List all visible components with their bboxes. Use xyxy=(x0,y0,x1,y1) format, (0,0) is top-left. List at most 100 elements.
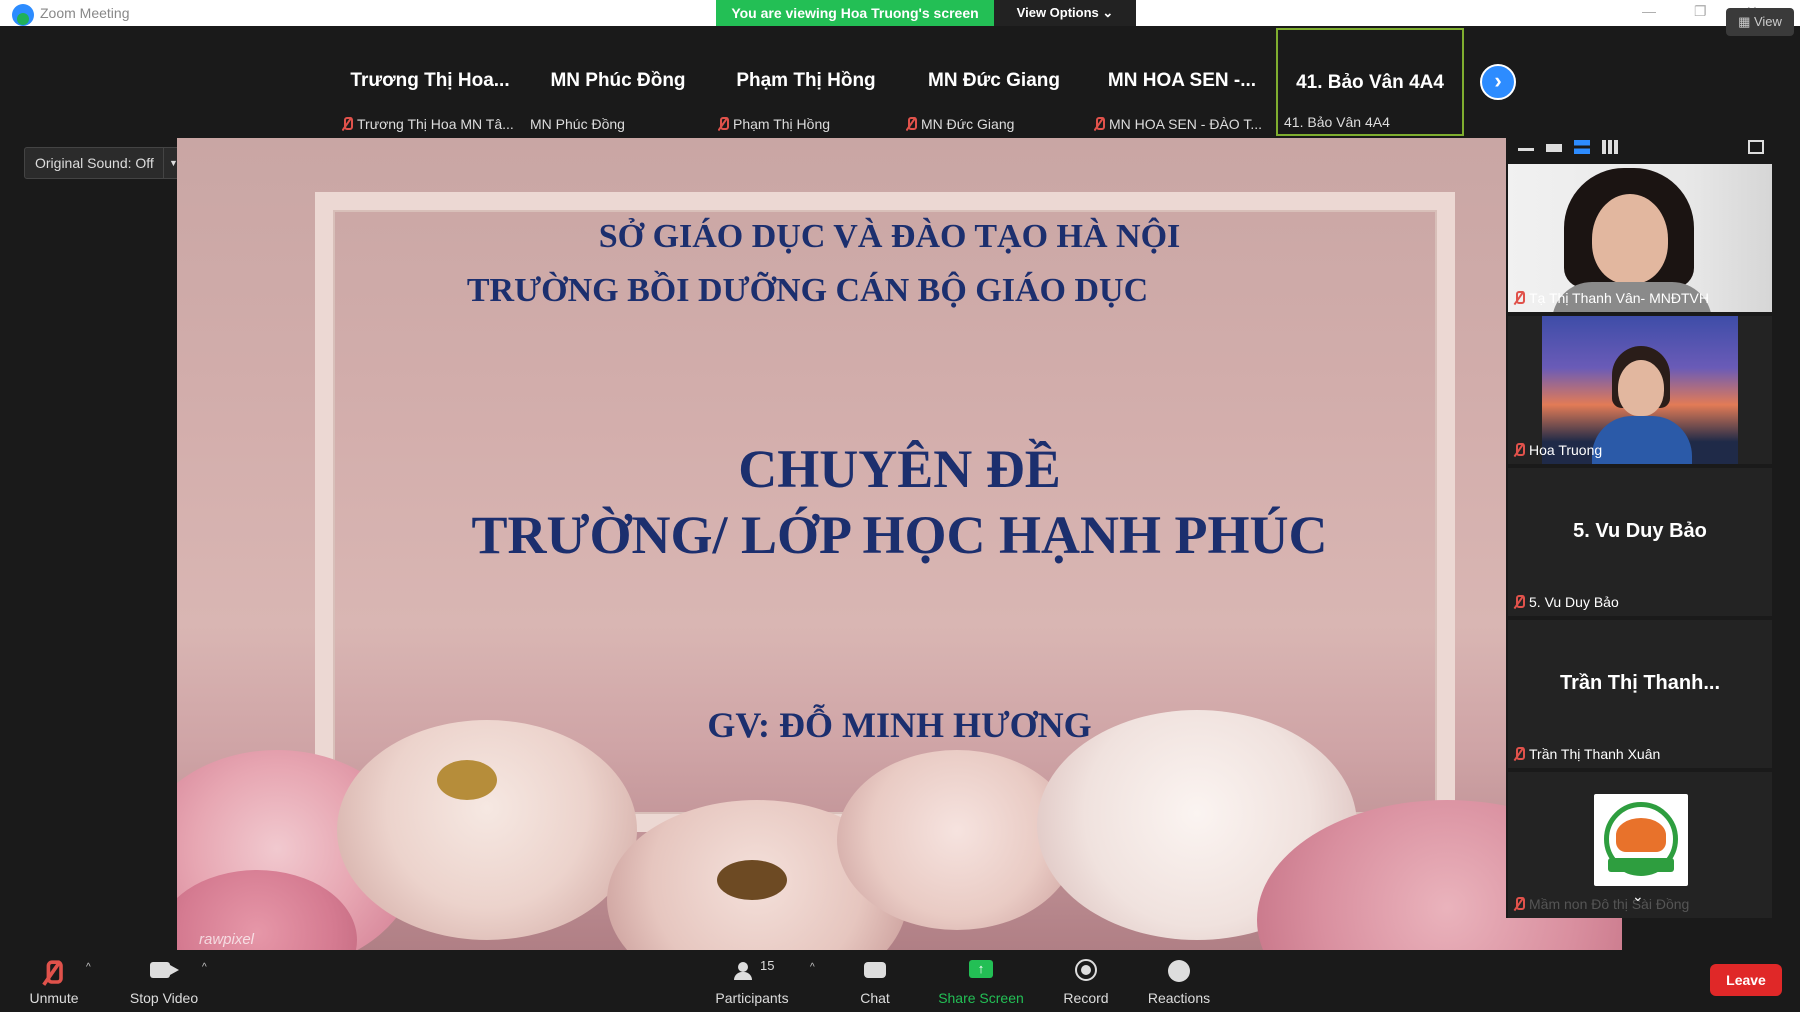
tile-bigname: 5. Vu Duy Bảo xyxy=(1573,520,1707,542)
tile-label: Hoa Truong xyxy=(1514,442,1602,458)
video-caret-icon[interactable]: ^ xyxy=(202,962,207,973)
participant-label: MN Đức Giang xyxy=(906,116,1084,132)
record-label: Record xyxy=(1063,990,1109,1006)
smiley-plus-icon xyxy=(1146,956,1212,986)
grid-view-icon[interactable] xyxy=(1602,140,1618,154)
chat-button[interactable]: Chat xyxy=(850,956,900,1006)
participant-name: Trương Thị Hoa... xyxy=(350,70,510,91)
video-camera-icon xyxy=(124,956,204,986)
restore-icon[interactable]: ❐ xyxy=(1694,3,1707,20)
school-logo xyxy=(1594,794,1688,886)
slide-line-1: SỞ GIÁO DỤC VÀ ĐÀO TẠO HÀ NỘI xyxy=(598,218,1181,255)
participant-label: Phạm Thị Hồng xyxy=(718,116,896,132)
grid-icon: ▦ xyxy=(1738,14,1751,29)
participant-tile[interactable]: MN Đức Giang MN Đức Giang xyxy=(900,28,1088,136)
leave-button[interactable]: Leave xyxy=(1710,964,1782,996)
mic-muted-icon xyxy=(24,956,84,986)
mic-muted-icon xyxy=(342,117,353,131)
share-screen-button[interactable]: ↑ Share Screen xyxy=(936,956,1026,1006)
participant-label-text: Phạm Thị Hồng xyxy=(733,116,831,132)
chat-bubble-icon xyxy=(850,956,900,986)
viewing-banner: You are viewing Hoa Truong's screen xyxy=(716,0,994,26)
logo-band xyxy=(1608,858,1674,872)
tile-label-text: Tạ Thị Thanh Vân- MNĐTVH xyxy=(1529,290,1709,306)
participant-tile[interactable]: Trương Thị Hoa... Trương Thị Hoa MN Tâ..… xyxy=(336,28,524,136)
watermark: rawpixel xyxy=(199,931,255,948)
unmute-label: Unmute xyxy=(29,990,79,1006)
participants-label: Participants xyxy=(715,990,789,1006)
reactions-label: Reactions xyxy=(1147,990,1211,1006)
mic-muted-icon xyxy=(1514,595,1525,609)
participant-name: MN Đức Giang xyxy=(928,70,1060,91)
participant-tile-active[interactable]: 41. Bảo Vân 4A4 41. Bảo Vân 4A4 xyxy=(1276,28,1464,136)
participant-label-text: MN Phúc Đồng xyxy=(530,116,625,132)
window-title: Zoom Meeting xyxy=(40,5,130,21)
tile-label-text: 5. Vu Duy Bảo xyxy=(1529,594,1619,610)
participant-tile[interactable]: MN HOA SEN -... MN HOA SEN - ĐÀO T... xyxy=(1088,28,1276,136)
tile-bigname: Trần Thị Thanh... xyxy=(1560,672,1720,694)
mic-muted-icon xyxy=(906,117,917,131)
view-button[interactable]: ▦ View xyxy=(1726,8,1794,36)
record-icon xyxy=(1056,956,1116,986)
popout-icon[interactable] xyxy=(1748,140,1764,154)
flowers-decoration xyxy=(177,690,1622,950)
participant-tile[interactable]: MN Phúc Đồng MN Phúc Đồng xyxy=(524,28,712,136)
mic-muted-icon xyxy=(1514,897,1525,911)
stop-video-button[interactable]: Stop Video xyxy=(124,956,204,1006)
share-screen-icon: ↑ xyxy=(936,956,1026,986)
shared-screen: SỞ GIÁO DỤC VÀ ĐÀO TẠO HÀ NỘI TRƯỜNG BỒI… xyxy=(177,138,1622,950)
audio-caret-icon[interactable]: ^ xyxy=(86,962,91,973)
gallery-panel: Tạ Thị Thanh Vân- MNĐTVH Hoa Truong 5. V… xyxy=(1506,132,1774,918)
tile-label-text: Hoa Truong xyxy=(1529,442,1603,458)
zoom-shield-icon xyxy=(12,4,34,26)
original-sound-label: Original Sound: Off xyxy=(35,155,154,171)
chevron-down-icon: ⌄ xyxy=(1102,5,1114,20)
person-face xyxy=(1618,360,1664,416)
logo-emblem xyxy=(1616,818,1666,852)
strip-view-icon[interactable] xyxy=(1574,140,1590,154)
top-filmstrip: Trương Thị Hoa... Trương Thị Hoa MN Tâ..… xyxy=(336,28,1464,136)
gallery-tile-video[interactable]: Tạ Thị Thanh Vân- MNĐTVH xyxy=(1508,164,1772,312)
participants-button[interactable]: 15 Participants xyxy=(712,956,792,1006)
record-button[interactable]: Record xyxy=(1056,956,1116,1006)
reactions-button[interactable]: Reactions xyxy=(1146,956,1212,1006)
participant-tile[interactable]: Phạm Thị Hồng Phạm Thị Hồng xyxy=(712,28,900,136)
slide-line-2: TRƯỜNG BỒI DƯỠNG CÁN BỘ GIÁO DỤC xyxy=(466,272,1149,309)
participant-label: MN Phúc Đồng xyxy=(530,116,708,132)
scroll-down-icon[interactable]: ⌄ xyxy=(1632,888,1644,905)
minimize-gallery-icon[interactable] xyxy=(1518,148,1534,151)
unmute-button[interactable]: Unmute xyxy=(24,956,84,1006)
participant-name: MN HOA SEN -... xyxy=(1107,70,1257,91)
person-face xyxy=(1592,194,1668,284)
mic-muted-icon xyxy=(1514,443,1525,457)
participant-label: MN HOA SEN - ĐÀO T... xyxy=(1094,116,1272,132)
tile-label-text: Mầm non Đô thị Sài Đồng xyxy=(1529,896,1690,912)
participants-caret-icon[interactable]: ^ xyxy=(810,962,815,973)
participants-icon: 15 xyxy=(712,956,792,986)
participant-label-text: 41. Bảo Vân 4A4 xyxy=(1284,114,1390,130)
participant-label: 41. Bảo Vân 4A4 xyxy=(1284,114,1458,130)
mic-muted-icon xyxy=(1094,117,1105,131)
stop-video-label: Stop Video xyxy=(129,990,199,1006)
original-sound-toggle[interactable]: Original Sound: Off ▼ xyxy=(24,147,184,179)
share-screen-label: Share Screen xyxy=(938,990,1024,1006)
gallery-tile-logo[interactable]: Mầm non Đô thị Sài Đồng ⌄ xyxy=(1508,772,1772,918)
mic-muted-icon xyxy=(1514,291,1525,305)
tile-label: 5. Vu Duy Bảo xyxy=(1514,594,1619,610)
participant-name: MN Phúc Đồng xyxy=(550,70,686,91)
participant-label-text: Trương Thị Hoa MN Tâ... xyxy=(357,116,514,132)
single-view-icon[interactable] xyxy=(1546,144,1562,152)
next-page-arrow-icon[interactable]: › xyxy=(1480,64,1516,100)
tile-label: Tạ Thị Thanh Vân- MNĐTVH xyxy=(1514,290,1709,306)
gallery-tile-name[interactable]: 5. Vu Duy Bảo 5. Vu Duy Bảo xyxy=(1508,468,1772,616)
chat-label: Chat xyxy=(860,990,890,1006)
participant-label-text: MN Đức Giang xyxy=(921,116,1015,132)
gallery-toolbar xyxy=(1506,132,1774,162)
gallery-tile-video[interactable]: Hoa Truong xyxy=(1508,316,1772,464)
view-options-button[interactable]: View Options ⌄ xyxy=(994,0,1136,26)
gallery-tile-name[interactable]: Trần Thị Thanh... Trần Thị Thanh Xuân xyxy=(1508,620,1772,768)
minimize-icon[interactable]: — xyxy=(1642,3,1656,19)
participant-label: Trương Thị Hoa MN Tâ... xyxy=(342,116,520,132)
mic-muted-icon xyxy=(718,117,729,131)
view-options-label: View Options xyxy=(1016,5,1099,20)
